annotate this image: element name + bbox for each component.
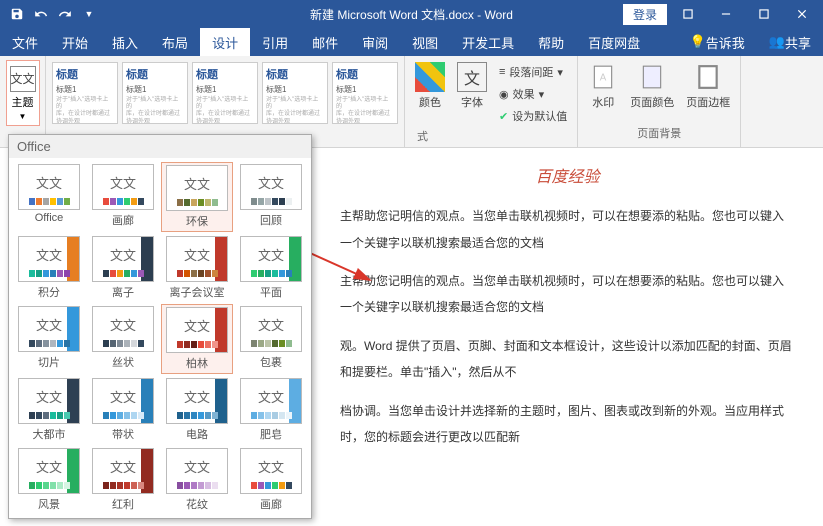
theme-item-label: 积分 bbox=[38, 284, 60, 300]
title-bar: ▼ 新建 Microsoft Word 文档.docx - Word 登录 bbox=[0, 0, 823, 28]
tab-help[interactable]: 帮助 bbox=[526, 28, 576, 56]
style-card[interactable]: 标题标题1对于"插入"选项卡上的库，在设计时都通过协调外观 bbox=[262, 62, 328, 124]
tab-home[interactable]: 开始 bbox=[50, 28, 100, 56]
page-color-button[interactable]: 页面颜色 bbox=[624, 60, 680, 112]
theme-item[interactable]: 文文Office bbox=[13, 162, 85, 232]
fonts-button[interactable]: 文 字体 bbox=[451, 60, 493, 128]
theme-item[interactable]: 文文切片 bbox=[13, 304, 85, 374]
ribbon-tabs: 文件 开始 插入 布局 设计 引用 邮件 审阅 视图 开发工具 帮助 百度网盘 … bbox=[0, 28, 823, 56]
theme-item[interactable]: 文文回顾 bbox=[235, 162, 307, 232]
theme-item-label: 电路 bbox=[186, 426, 208, 442]
redo-icon[interactable] bbox=[54, 3, 76, 25]
fonts-icon: 文 bbox=[457, 62, 487, 92]
theme-item[interactable]: 文文离子 bbox=[87, 234, 159, 302]
document-paragraph: 主帮助您记明信的观点。当您单击联机视频时，可以在想要添的粘贴。您也可以键入一个关… bbox=[340, 203, 795, 256]
tab-design[interactable]: 设计 bbox=[200, 28, 250, 56]
theme-item-label: Office bbox=[35, 212, 64, 224]
watermark-icon: A bbox=[588, 62, 618, 92]
svg-text:A: A bbox=[600, 72, 607, 83]
theme-item[interactable]: 文文画廊 bbox=[87, 162, 159, 232]
tab-developer[interactable]: 开发工具 bbox=[450, 28, 526, 56]
document-title: 百度经验 bbox=[340, 160, 795, 195]
theme-item[interactable]: 文文大都市 bbox=[13, 376, 85, 444]
theme-item-label: 回顾 bbox=[260, 212, 282, 228]
theme-item[interactable]: 文文丝状 bbox=[87, 304, 159, 374]
theme-item-label: 带状 bbox=[112, 426, 134, 442]
tell-me[interactable]: 💡 告诉我 bbox=[678, 28, 757, 56]
theme-item-label: 包裹 bbox=[260, 354, 282, 370]
style-card[interactable]: 标题标题1对于"插入"选项卡上的库，在设计时都通过协调外观 bbox=[332, 62, 398, 124]
document-paragraph: 档协调。当您单击设计并选择新的主题时，图片、图表或改到新的外观。当应用样式时，您… bbox=[340, 398, 795, 451]
themes-dropdown: Office 文文Office文文画廊文文环保文文回顾文文积分文文离子文文离子会… bbox=[8, 134, 312, 519]
watermark-button[interactable]: A 水印 bbox=[582, 60, 624, 112]
style-card[interactable]: 标题标题1对于"插入"选项卡上的库，在设计时都通过协调外观 bbox=[192, 62, 258, 124]
document-paragraph: 观。Word 提供了页眉、页脚、封面和文本框设计，这些设计以添加匹配的封面、页眉… bbox=[340, 333, 795, 386]
tab-insert[interactable]: 插入 bbox=[100, 28, 150, 56]
tab-review[interactable]: 审阅 bbox=[350, 28, 400, 56]
maximize-icon[interactable] bbox=[747, 2, 781, 26]
share-button[interactable]: 👥 共享 bbox=[757, 28, 823, 56]
qat-dropdown-icon[interactable]: ▼ bbox=[78, 3, 100, 25]
theme-item[interactable]: 文文肥皂 bbox=[235, 376, 307, 444]
page-borders-button[interactable]: 页面边框 bbox=[680, 60, 736, 112]
tab-references[interactable]: 引用 bbox=[250, 28, 300, 56]
tab-layout[interactable]: 布局 bbox=[150, 28, 200, 56]
theme-item-label: 画廊 bbox=[260, 496, 282, 512]
theme-item-label: 花纹 bbox=[186, 496, 208, 512]
tab-baidu[interactable]: 百度网盘 bbox=[576, 28, 652, 56]
effects-button[interactable]: ◉ 效果 ▾ bbox=[495, 84, 571, 104]
colors-icon bbox=[415, 62, 445, 92]
theme-item[interactable]: 文文带状 bbox=[87, 376, 159, 444]
set-default-button[interactable]: ✔ 设为默认值 bbox=[495, 106, 571, 126]
undo-icon[interactable] bbox=[30, 3, 52, 25]
theme-item[interactable]: 文文画廊 bbox=[235, 446, 307, 514]
theme-item-label: 风景 bbox=[38, 496, 60, 512]
window-title: 新建 Microsoft Word 文档.docx - Word bbox=[310, 6, 513, 23]
theme-item[interactable]: 文文柏林 bbox=[161, 304, 233, 374]
group-label-format: 式 bbox=[409, 128, 428, 146]
tab-file[interactable]: 文件 bbox=[0, 28, 50, 56]
save-icon[interactable] bbox=[6, 3, 28, 25]
theme-item-label: 大都市 bbox=[33, 426, 66, 442]
style-gallery[interactable]: 标题标题1对于"插入"选项卡上的库，在设计时都通过协调外观标题标题1对于"插入"… bbox=[50, 60, 400, 126]
tab-mailings[interactable]: 邮件 bbox=[300, 28, 350, 56]
themes-icon: 文文 bbox=[10, 66, 36, 92]
theme-item-label: 红利 bbox=[112, 496, 134, 512]
close-icon[interactable] bbox=[785, 2, 819, 26]
theme-item[interactable]: 文文包裹 bbox=[235, 304, 307, 374]
theme-item-label: 离子 bbox=[112, 284, 134, 300]
theme-item[interactable]: 文文风景 bbox=[13, 446, 85, 514]
document-paragraph: 主帮助您记明信的观点。当您单击联机视频时，可以在想要添的粘贴。您也可以键入一个关… bbox=[340, 268, 795, 321]
themes-dropdown-header: Office bbox=[9, 135, 311, 158]
style-card[interactable]: 标题标题1对于"插入"选项卡上的库，在设计时都通过协调外观 bbox=[122, 62, 188, 124]
theme-item[interactable]: 文文平面 bbox=[235, 234, 307, 302]
page-color-icon bbox=[637, 62, 667, 92]
theme-item-label: 平面 bbox=[260, 284, 282, 300]
theme-item[interactable]: 文文电路 bbox=[161, 376, 233, 444]
paragraph-spacing-button[interactable]: ≡ 段落间距 ▾ bbox=[495, 62, 571, 82]
login-button[interactable]: 登录 bbox=[623, 4, 667, 25]
theme-item-label: 柏林 bbox=[186, 355, 208, 371]
page-borders-icon bbox=[693, 62, 723, 92]
ribbon-options-icon[interactable] bbox=[671, 2, 705, 26]
theme-item-label: 离子会议室 bbox=[170, 284, 225, 300]
theme-item-label: 切片 bbox=[38, 354, 60, 370]
minimize-icon[interactable] bbox=[709, 2, 743, 26]
theme-item[interactable]: 文文环保 bbox=[161, 162, 233, 232]
document-area[interactable]: 百度经验 主帮助您记明信的观点。当您单击联机视频时，可以在想要添的粘贴。您也可以… bbox=[320, 148, 815, 518]
tab-view[interactable]: 视图 bbox=[400, 28, 450, 56]
style-card[interactable]: 标题标题1对于"插入"选项卡上的库，在设计时都通过协调外观 bbox=[52, 62, 118, 124]
theme-item-label: 肥皂 bbox=[260, 426, 282, 442]
theme-item[interactable]: 文文红利 bbox=[87, 446, 159, 514]
theme-item[interactable]: 文文积分 bbox=[13, 234, 85, 302]
colors-button[interactable]: 颜色 bbox=[409, 60, 451, 128]
theme-item-label: 丝状 bbox=[112, 354, 134, 370]
group-label-background: 页面背景 bbox=[637, 125, 681, 143]
theme-item[interactable]: 文文离子会议室 bbox=[161, 234, 233, 302]
theme-item-label: 环保 bbox=[186, 213, 208, 229]
themes-button[interactable]: 文文 主题 ▼ bbox=[6, 60, 40, 126]
theme-item[interactable]: 文文花纹 bbox=[161, 446, 233, 514]
theme-item-label: 画廊 bbox=[112, 212, 134, 228]
